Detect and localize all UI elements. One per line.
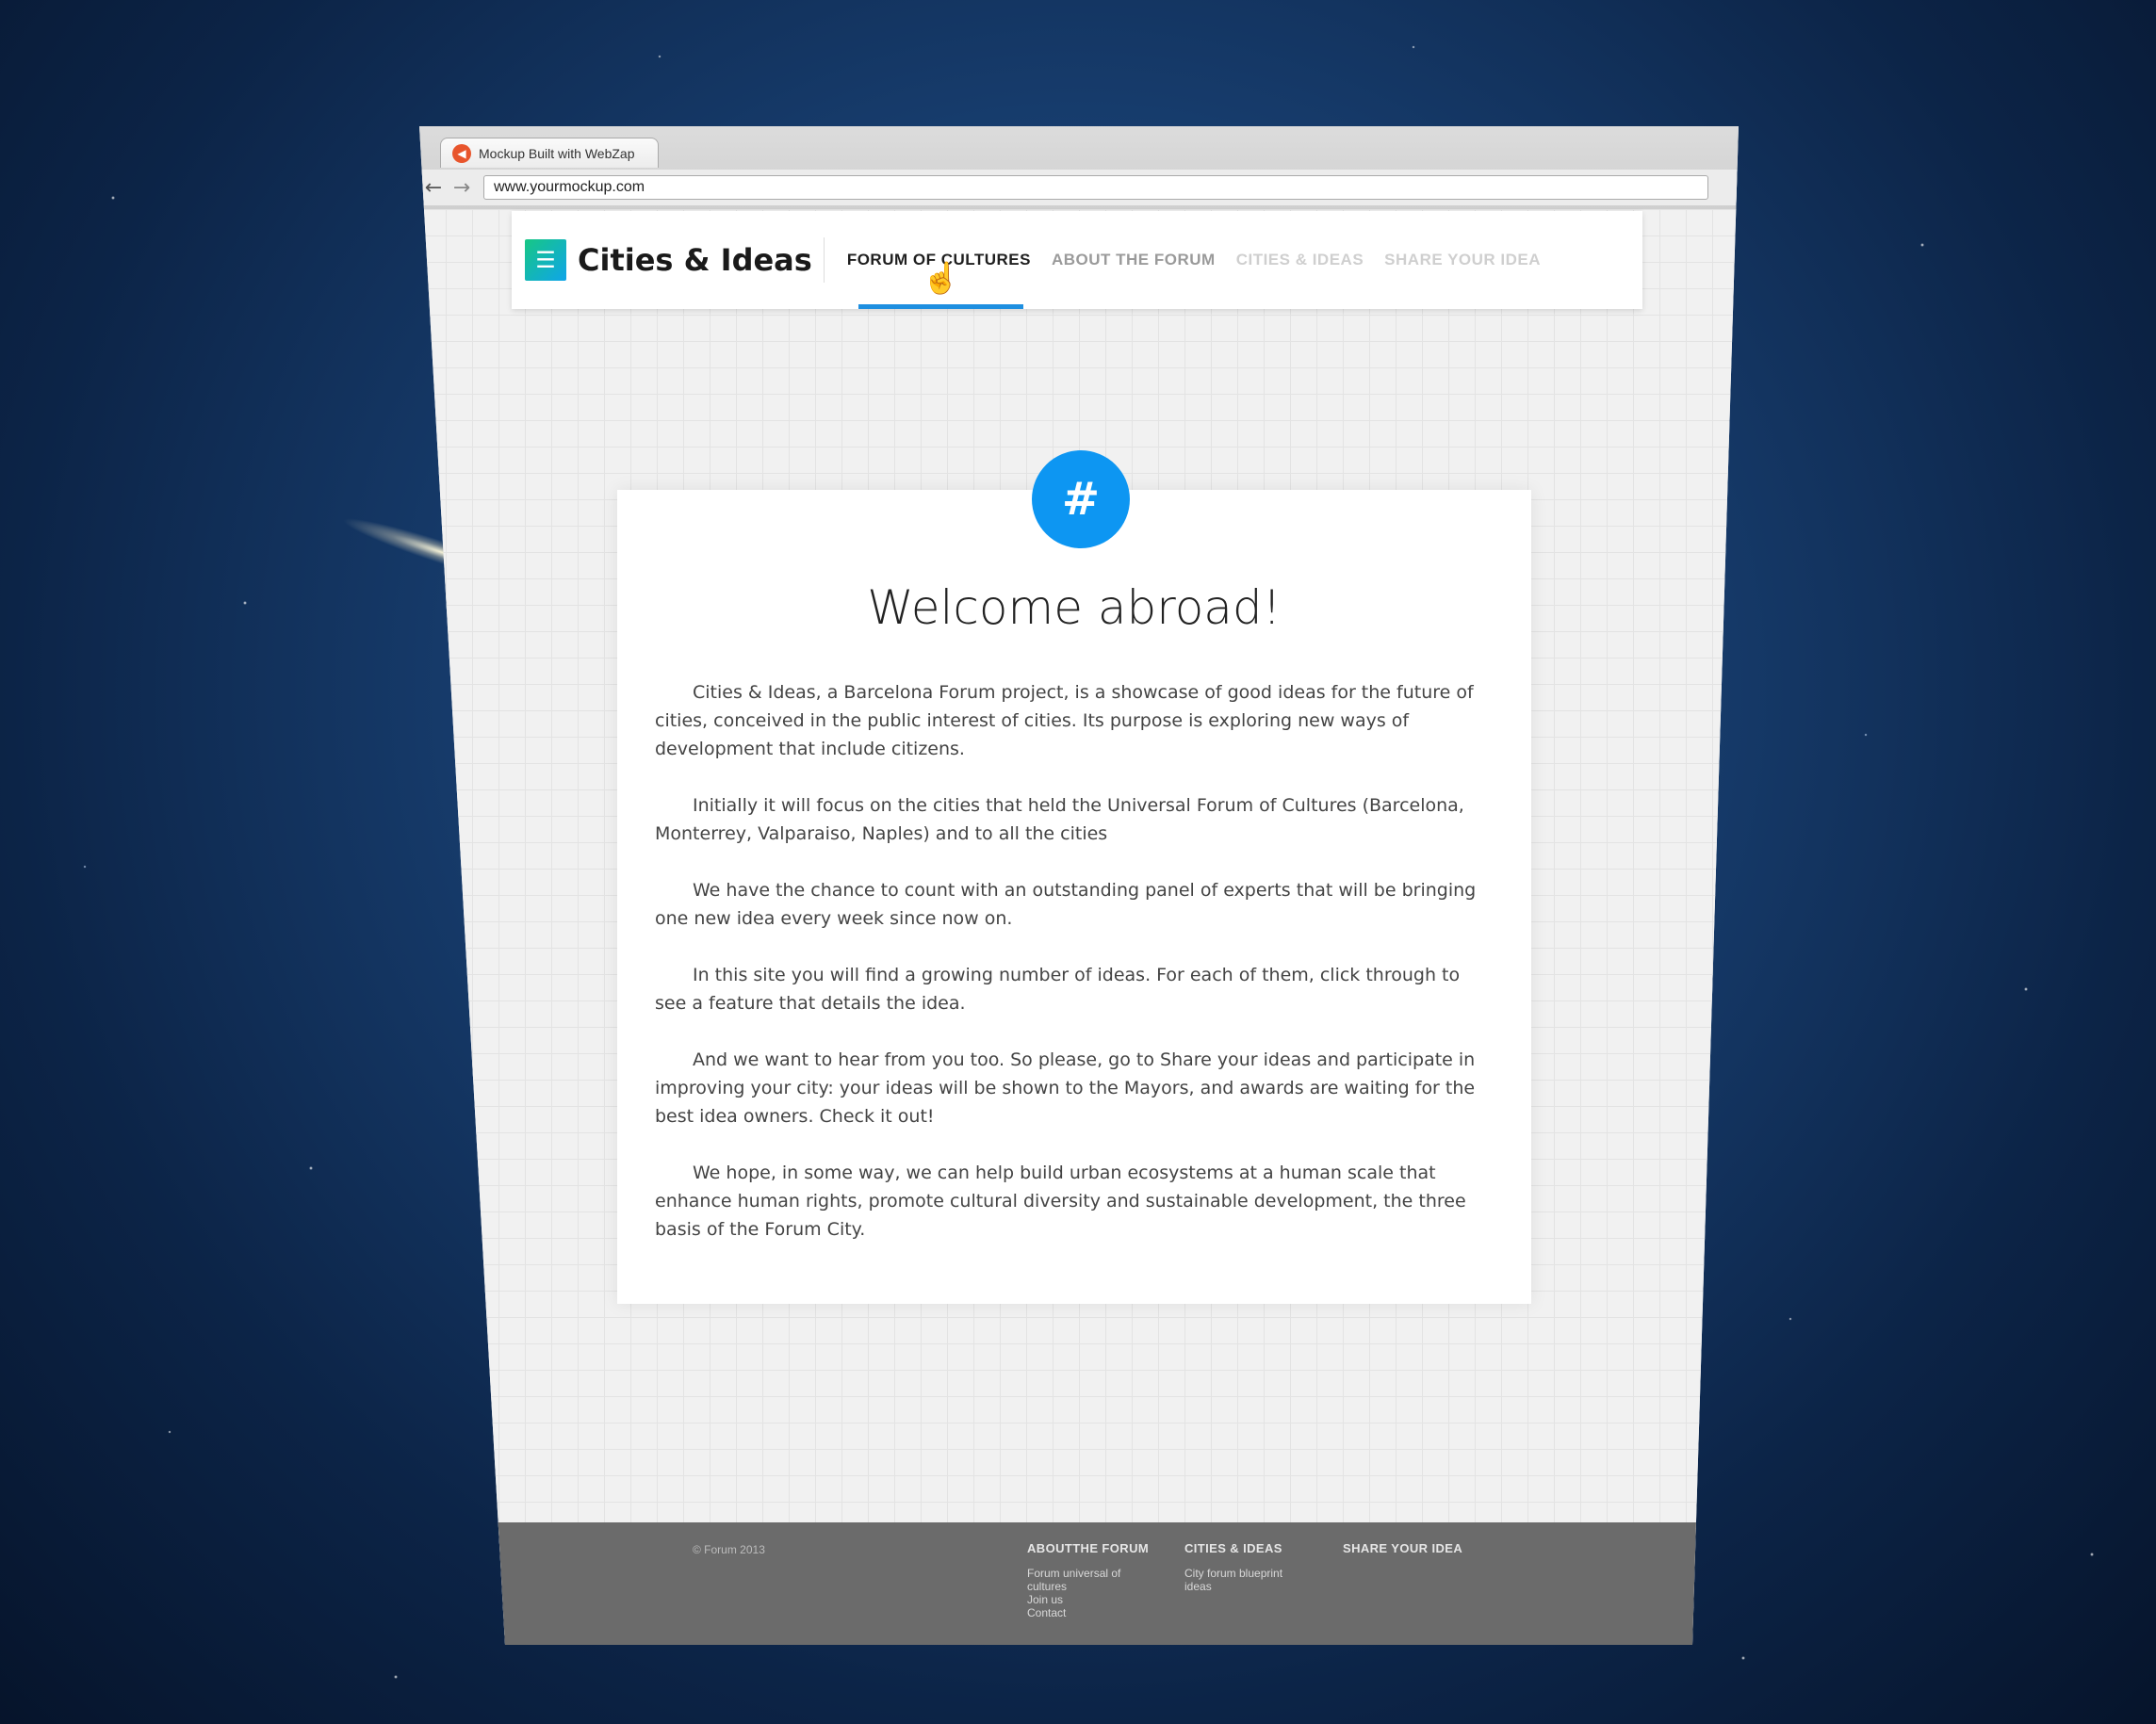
browser-toolbar: ← → www.yourmockup.com bbox=[419, 170, 1739, 205]
page-title: Welcome abroad! bbox=[867, 580, 1282, 635]
footer-link[interactable]: City forum blueprint ideas bbox=[1184, 1567, 1307, 1593]
active-tab-underline bbox=[858, 304, 1023, 309]
web-page: ☰ Cities & Ideas FORUM OF CULTURES ☝ ABO… bbox=[419, 209, 1739, 1645]
address-bar[interactable]: www.yourmockup.com bbox=[483, 175, 1708, 200]
browser-tab[interactable]: ◀ Mockup Built with WebZap bbox=[440, 138, 659, 168]
footer-link[interactable]: Forum universal of cultures bbox=[1027, 1567, 1150, 1593]
footer-col-about: ABOUTTHE FORUM Forum universal of cultur… bbox=[1027, 1541, 1150, 1619]
copyright: © Forum 2013 bbox=[693, 1543, 765, 1556]
webzap-favicon-icon: ◀ bbox=[452, 143, 471, 163]
tab-title: Mockup Built with WebZap bbox=[479, 145, 635, 161]
intro-text: Cities & Ideas, a Barcelona Forum projec… bbox=[655, 678, 1494, 1272]
browser-window: ◀ Mockup Built with WebZap ← → www.yourm… bbox=[419, 126, 1739, 1645]
nav-label: CITIES & IDEAS bbox=[1235, 251, 1364, 268]
paragraph: And we want to hear from you too. So ple… bbox=[655, 1049, 1476, 1127]
nav-about-the-forum[interactable]: ABOUT THE FORUM bbox=[1052, 211, 1216, 309]
nav-cities-and-ideas[interactable]: CITIES & IDEAS bbox=[1236, 211, 1364, 309]
nav-label: SHARE YOUR IDEA bbox=[1384, 251, 1542, 268]
paragraph: We have the chance to count with an outs… bbox=[655, 880, 1477, 929]
hash-badge-icon: # bbox=[1032, 450, 1130, 548]
footer-heading[interactable]: ABOUTTHE FORUM bbox=[1027, 1541, 1150, 1555]
nav-label: ABOUT THE FORUM bbox=[1051, 251, 1216, 268]
welcome-card: # Welcome abroad! Cities & Ideas, a Barc… bbox=[617, 450, 1531, 1304]
back-arrow-icon[interactable]: ← bbox=[419, 176, 448, 200]
site-footer: © Forum 2013 ABOUTTHE FORUM Forum univer… bbox=[419, 1522, 1739, 1645]
footer-col-share: SHARE YOUR IDEA bbox=[1343, 1541, 1462, 1567]
footer-link[interactable]: Join us bbox=[1027, 1593, 1150, 1606]
paragraph: Initially it will focus on the cities th… bbox=[655, 795, 1464, 844]
paragraph: In this site you will find a growing num… bbox=[655, 965, 1461, 1014]
footer-col-cities: CITIES & IDEAS City forum blueprint idea… bbox=[1184, 1541, 1307, 1593]
logo-hand-icon[interactable]: ☰ bbox=[525, 239, 566, 281]
nav-share-your-idea[interactable]: SHARE YOUR IDEA bbox=[1384, 211, 1541, 309]
site-header: ☰ Cities & Ideas FORUM OF CULTURES ☝ ABO… bbox=[512, 211, 1642, 309]
site-logo-text[interactable]: Cities & Ideas bbox=[578, 237, 825, 283]
paragraph: Cities & Ideas, a Barcelona Forum projec… bbox=[655, 682, 1474, 759]
paragraph: We hope, in some way, we can help build … bbox=[655, 1163, 1466, 1240]
forward-arrow-icon[interactable]: → bbox=[448, 176, 476, 200]
browser-chrome: ◀ Mockup Built with WebZap ← → www.yourm… bbox=[419, 126, 1739, 210]
main-nav: FORUM OF CULTURES ☝ ABOUT THE FORUM CITI… bbox=[847, 211, 1541, 309]
footer-heading[interactable]: CITIES & IDEAS bbox=[1184, 1541, 1307, 1555]
nav-forum-of-cultures[interactable]: FORUM OF CULTURES ☝ bbox=[847, 211, 1031, 309]
footer-heading[interactable]: SHARE YOUR IDEA bbox=[1343, 1541, 1462, 1555]
footer-link[interactable]: Contact bbox=[1027, 1606, 1150, 1619]
hand-cursor-icon: ☝ bbox=[922, 261, 961, 295]
